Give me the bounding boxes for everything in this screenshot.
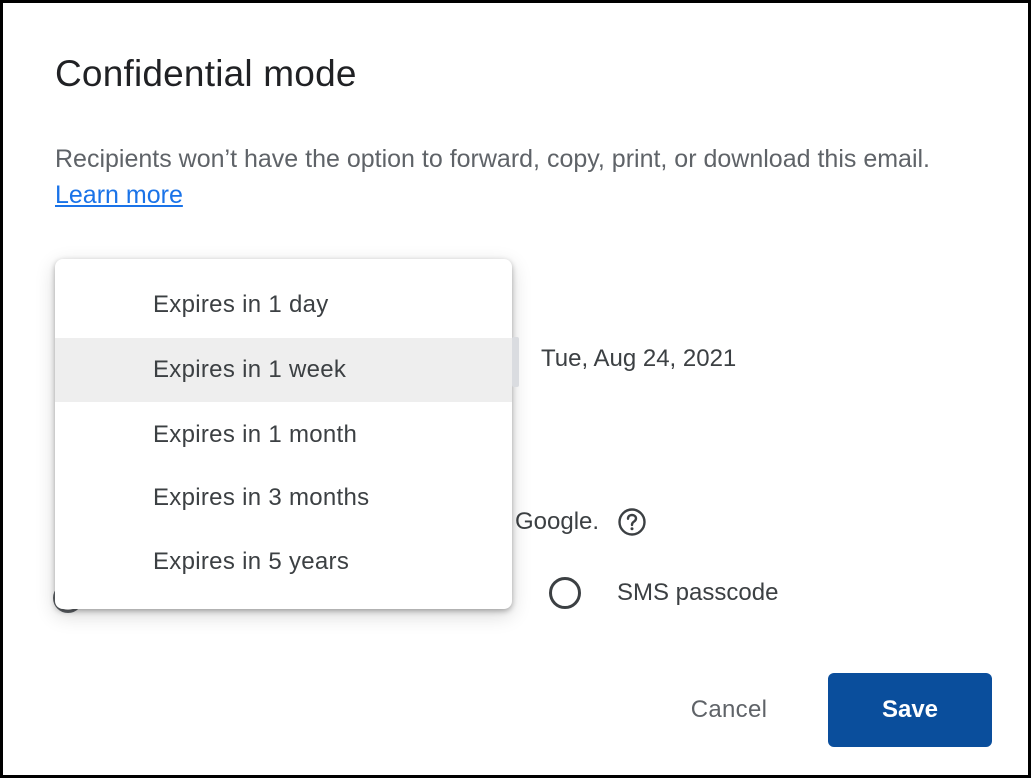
save-button[interactable]: Save [828, 673, 992, 747]
confidential-mode-dialog: Confidential mode Recipients won’t have … [0, 0, 1031, 778]
expiry-option-1-day[interactable]: Expires in 1 day [55, 273, 512, 337]
sms-passcode-option[interactable]: SMS passcode [549, 577, 778, 609]
dialog-description: Recipients won’t have the option to forw… [55, 141, 985, 213]
passcode-description: Google. [515, 507, 647, 537]
cancel-button[interactable]: Cancel [659, 673, 799, 747]
description-text: Recipients won’t have the option to forw… [55, 145, 930, 173]
expiry-option-5-years[interactable]: Expires in 5 years [55, 530, 512, 594]
learn-more-link[interactable]: Learn more [55, 181, 183, 209]
expiry-dropdown-menu: Expires in 1 day Expires in 1 week Expir… [55, 259, 512, 609]
dropdown-scrollbar-thumb[interactable] [512, 337, 519, 387]
expiry-option-1-month[interactable]: Expires in 1 month [55, 403, 512, 467]
expiry-date: Tue, Aug 24, 2021 [541, 345, 737, 372]
help-circle-icon[interactable] [617, 507, 647, 537]
sms-passcode-label: SMS passcode [617, 579, 779, 606]
expiry-option-1-week[interactable]: Expires in 1 week [55, 338, 512, 402]
dialog-title: Confidential mode [55, 53, 357, 94]
sms-passcode-radio[interactable] [549, 577, 581, 609]
expiry-option-3-months[interactable]: Expires in 3 months [55, 466, 512, 530]
passcode-partial-text: Google. [515, 508, 600, 535]
